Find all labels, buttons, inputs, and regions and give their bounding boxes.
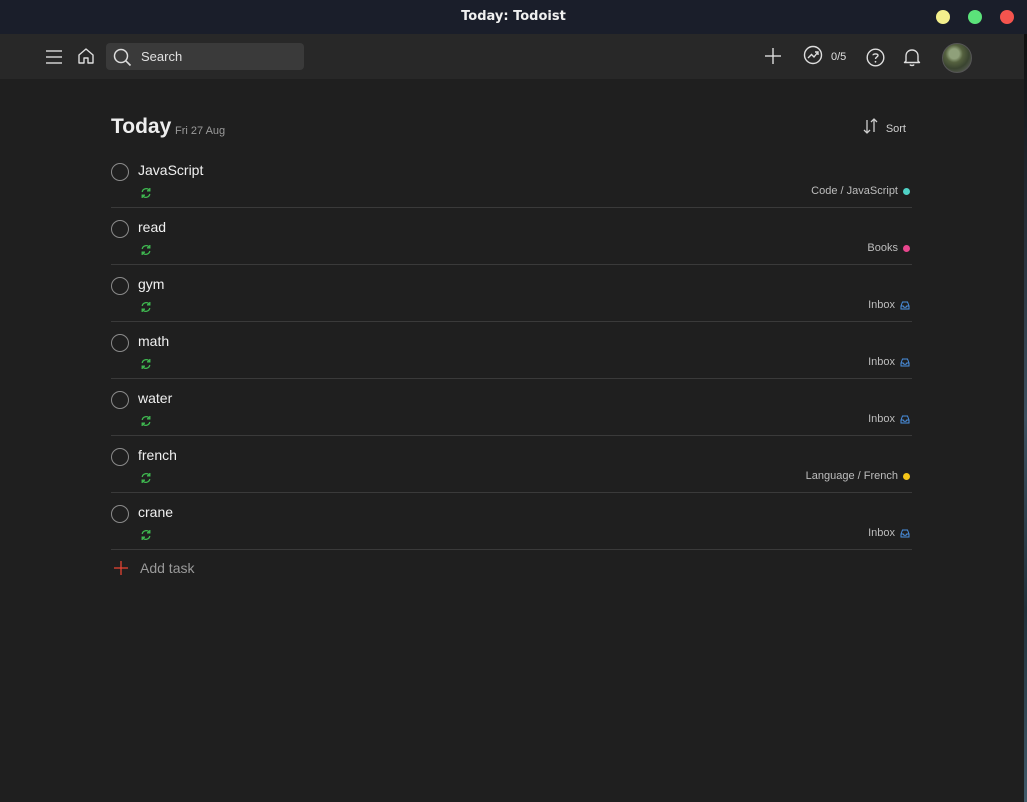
recurring-icon bbox=[140, 243, 152, 255]
task-project-link[interactable]: Books bbox=[867, 242, 910, 254]
add-task-plus-icon bbox=[111, 558, 131, 578]
add-icon[interactable] bbox=[763, 46, 783, 66]
task-row[interactable]: read Books bbox=[111, 208, 912, 265]
inbox-icon bbox=[900, 358, 910, 367]
page-title: Today bbox=[111, 115, 172, 138]
task-project-name: Inbox bbox=[868, 356, 895, 368]
task-name[interactable]: math bbox=[138, 333, 169, 349]
help-icon[interactable] bbox=[865, 47, 885, 67]
task-list: JavaScript Code / JavaScript read Books gym I… bbox=[111, 151, 912, 550]
task-row[interactable]: water Inbox bbox=[111, 379, 912, 436]
window-title: Today: Todoist bbox=[461, 9, 566, 24]
task-project-link[interactable]: Inbox bbox=[868, 299, 910, 311]
task-complete-checkbox[interactable] bbox=[111, 448, 129, 466]
recurring-icon bbox=[140, 414, 152, 426]
user-avatar[interactable] bbox=[942, 43, 972, 73]
task-row[interactable]: crane Inbox bbox=[111, 493, 912, 550]
home-icon[interactable] bbox=[76, 46, 96, 66]
inbox-icon bbox=[900, 529, 910, 538]
recurring-icon bbox=[140, 471, 152, 483]
search-placeholder: Search bbox=[141, 49, 183, 64]
task-row[interactable]: math Inbox bbox=[111, 322, 912, 379]
task-project-link[interactable]: Language / French bbox=[806, 470, 910, 482]
task-project-link[interactable]: Inbox bbox=[868, 413, 910, 425]
inbox-icon bbox=[900, 415, 910, 424]
task-project-name: Language / French bbox=[805, 470, 898, 482]
task-row[interactable]: french Language / French bbox=[111, 436, 912, 493]
karma-progress: 0/5 bbox=[831, 51, 847, 63]
minimize-button[interactable] bbox=[936, 10, 950, 24]
task-name[interactable]: read bbox=[138, 219, 166, 235]
today-header: Today Fri 27 Aug Sort bbox=[111, 114, 911, 144]
project-color-dot bbox=[903, 187, 910, 195]
productivity-button[interactable]: 0/5 bbox=[803, 45, 847, 70]
sort-icon bbox=[862, 118, 880, 139]
task-project-name: Code / JavaScript bbox=[811, 185, 898, 197]
add-task-button[interactable]: Add task bbox=[111, 558, 194, 578]
task-complete-checkbox[interactable] bbox=[111, 334, 129, 352]
recurring-icon bbox=[140, 357, 152, 369]
notifications-icon[interactable] bbox=[902, 47, 922, 67]
task-name[interactable]: water bbox=[138, 390, 172, 406]
recurring-icon bbox=[140, 528, 152, 540]
task-project-link[interactable]: Code / JavaScript bbox=[811, 185, 910, 197]
task-name[interactable]: JavaScript bbox=[138, 162, 203, 178]
project-color-dot bbox=[903, 244, 910, 252]
task-project-link[interactable]: Inbox bbox=[868, 356, 910, 368]
task-complete-checkbox[interactable] bbox=[111, 277, 129, 295]
sort-button[interactable]: Sort bbox=[862, 118, 906, 139]
sort-label: Sort bbox=[885, 122, 906, 135]
task-project-name: Books bbox=[867, 242, 898, 254]
search-icon bbox=[113, 48, 132, 72]
search-input[interactable]: Search bbox=[106, 43, 304, 70]
recurring-icon bbox=[140, 300, 152, 312]
recurring-icon bbox=[140, 186, 152, 198]
task-project-link[interactable]: Inbox bbox=[868, 527, 910, 539]
project-color-dot bbox=[903, 472, 910, 480]
maximize-button[interactable] bbox=[968, 10, 982, 24]
task-name[interactable]: gym bbox=[138, 276, 164, 292]
task-name[interactable]: crane bbox=[138, 504, 173, 520]
close-button[interactable] bbox=[1000, 10, 1014, 24]
top-navigation-bar: Search 0/5 bbox=[0, 34, 1025, 79]
task-row[interactable]: gym Inbox bbox=[111, 265, 912, 322]
page-date: Fri 27 Aug bbox=[175, 125, 226, 137]
window-title-bar: Today: Todoist bbox=[0, 0, 1027, 34]
menu-icon[interactable] bbox=[44, 47, 64, 67]
task-project-name: Inbox bbox=[868, 413, 895, 425]
task-complete-checkbox[interactable] bbox=[111, 505, 129, 523]
task-project-name: Inbox bbox=[868, 299, 895, 311]
task-row[interactable]: JavaScript Code / JavaScript bbox=[111, 151, 912, 208]
inbox-icon bbox=[900, 301, 910, 310]
productivity-icon bbox=[803, 45, 823, 70]
add-task-label: Add task bbox=[140, 560, 195, 576]
task-project-name: Inbox bbox=[868, 527, 895, 539]
task-complete-checkbox[interactable] bbox=[111, 391, 129, 409]
task-complete-checkbox[interactable] bbox=[111, 163, 129, 181]
task-name[interactable]: french bbox=[138, 447, 177, 463]
task-complete-checkbox[interactable] bbox=[111, 220, 129, 238]
